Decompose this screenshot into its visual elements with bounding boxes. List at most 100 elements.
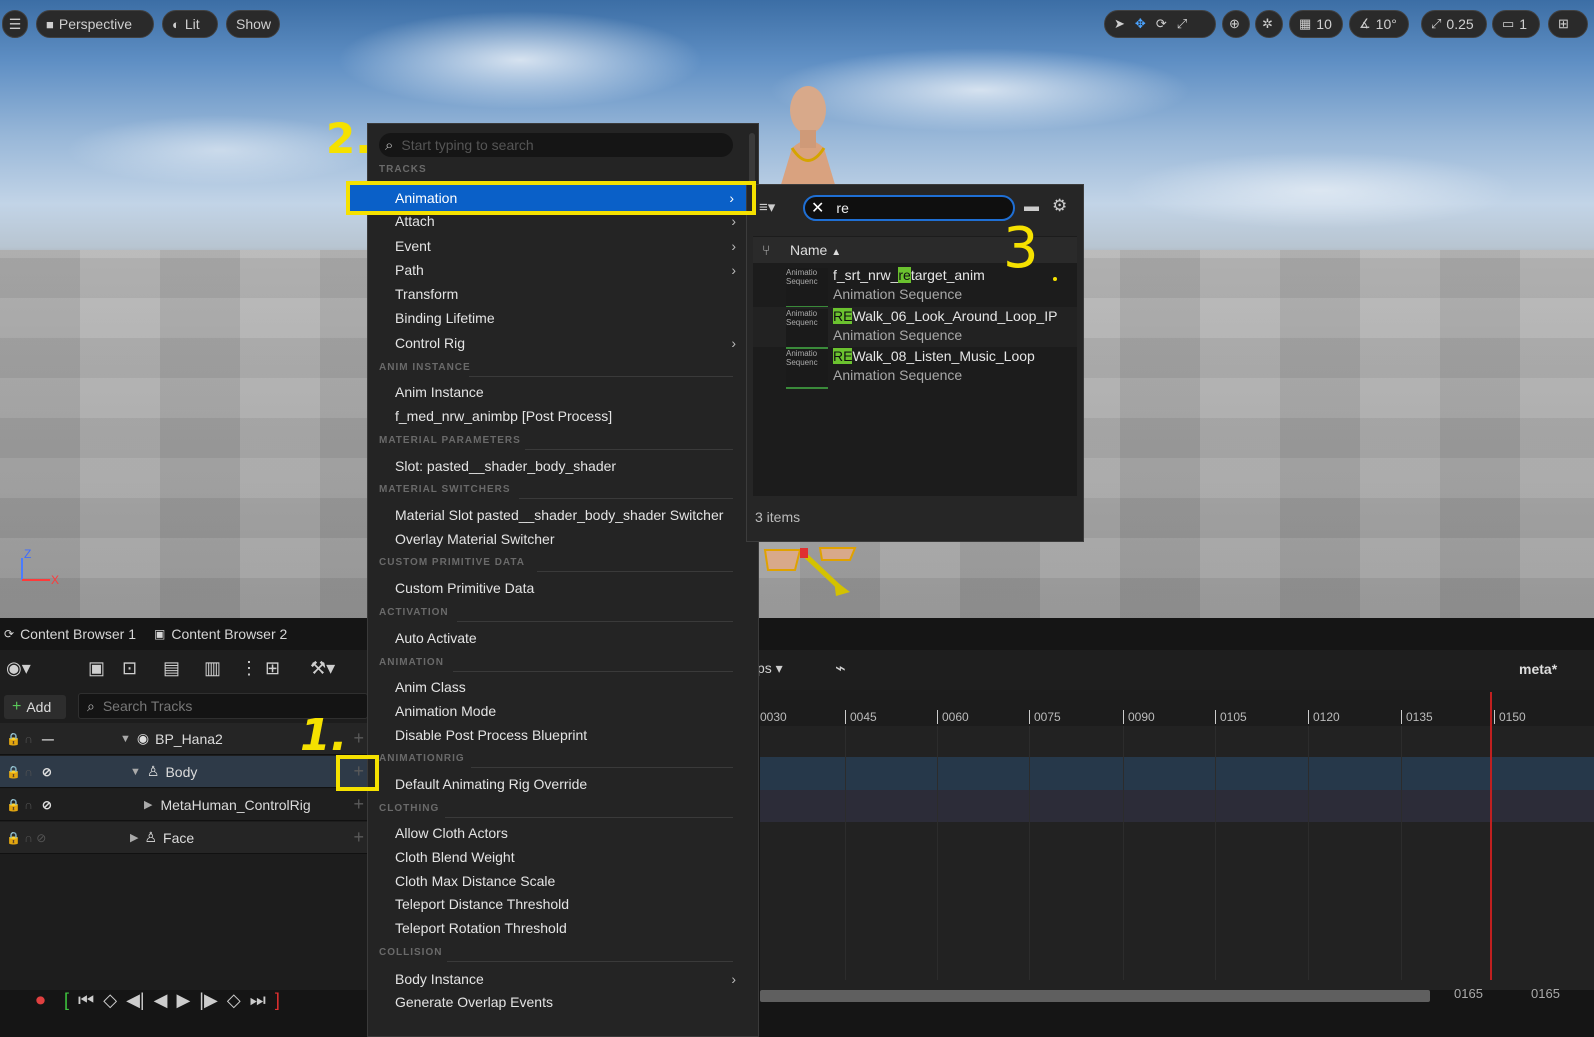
- add-subtrack-icon[interactable]: +: [353, 728, 364, 749]
- collapse-arrow-icon[interactable]: ▼: [130, 766, 141, 778]
- track-label: Face: [163, 829, 195, 846]
- record-icon[interactable]: ⏺: [36, 990, 45, 1011]
- perspective-button[interactable]: ■ Perspective: [36, 10, 154, 38]
- track-row-control-rig[interactable]: 🔒 ∩ ⊘ ▶ MetaHuman_ControlRig +: [0, 789, 370, 821]
- frame-end-value[interactable]: 0165: [1531, 986, 1560, 1001]
- play-icon[interactable]: ▶: [176, 990, 190, 1011]
- menu-item-anim-class[interactable]: Anim Class: [395, 676, 740, 698]
- translate-icon[interactable]: ✥: [1135, 16, 1146, 32]
- timeline-scrollbar[interactable]: [760, 990, 1430, 1002]
- menu-item-event[interactable]: Event ›: [395, 235, 740, 257]
- step-back-icon[interactable]: ◀|: [126, 990, 145, 1011]
- world-local-button[interactable]: ⊕: [1222, 10, 1250, 38]
- menu-item-cloth-blend-weight[interactable]: Cloth Blend Weight: [395, 846, 740, 868]
- prev-key-icon[interactable]: ◇: [103, 990, 117, 1011]
- find-in-browser-icon[interactable]: ⊡: [122, 658, 137, 679]
- expand-arrow-icon[interactable]: ▶: [144, 798, 152, 811]
- tab-content-browser-1[interactable]: ⟳ Content Browser 1: [4, 626, 136, 642]
- scale-icon[interactable]: ⤢: [1177, 16, 1187, 32]
- play-reverse-icon[interactable]: ◀: [154, 990, 168, 1011]
- menu-item-allow-cloth-actors[interactable]: Allow Cloth Actors: [395, 822, 740, 844]
- add-subtrack-icon[interactable]: +: [353, 794, 364, 815]
- options-icon: ⊞: [1558, 16, 1569, 31]
- jump-end-icon[interactable]: ⏭: [250, 990, 266, 1011]
- column-name-header[interactable]: Name ▲: [790, 242, 841, 258]
- asset-item[interactable]: Animatio Sequenc REWalk_06_Look_Around_L…: [753, 307, 1077, 349]
- track-controls[interactable]: 🔒 ∩ ⊘: [0, 765, 102, 779]
- menu-item-default-rig-override[interactable]: Default Animating Rig Override: [395, 773, 740, 795]
- asset-search-input[interactable]: ✕ re: [803, 195, 1015, 221]
- camera-icon: ▭: [1502, 16, 1515, 31]
- add-subtrack-icon[interactable]: +: [353, 827, 364, 848]
- menu-search-input[interactable]: ⌕ Start typing to search: [379, 133, 733, 157]
- save-sequence-icon[interactable]: ▣: [88, 658, 105, 679]
- frame-start-value[interactable]: 0165: [1454, 986, 1483, 1001]
- settings-gear-icon[interactable]: ⚙: [1052, 196, 1067, 216]
- clear-search-icon[interactable]: ✕: [811, 198, 824, 218]
- menu-item-anim-instance[interactable]: Anim Instance: [395, 381, 740, 403]
- filter-icon[interactable]: ≡▾: [759, 198, 775, 216]
- scale-snap-button[interactable]: ⤢ 0.25: [1421, 10, 1487, 38]
- camera-speed-button[interactable]: ▭ 1: [1492, 10, 1540, 38]
- thumb-label: Animatio Sequenc: [786, 349, 818, 367]
- ruler-tick: 0105: [1215, 710, 1247, 724]
- keyframe-tools-icon[interactable]: ⊞: [265, 658, 280, 679]
- next-key-icon[interactable]: ◇: [227, 990, 241, 1011]
- render-movie-icon[interactable]: ▤: [163, 658, 180, 679]
- timeline-area[interactable]: [760, 690, 1594, 990]
- menu-item-disable-post-process[interactable]: Disable Post Process Blueprint: [395, 724, 740, 746]
- playback-end-marker[interactable]: [1490, 692, 1492, 980]
- set-start-icon[interactable]: [: [64, 990, 69, 1011]
- section-animation: ANIMATION: [379, 657, 733, 672]
- menu-item-cloth-max-distance[interactable]: Cloth Max Distance Scale: [395, 870, 740, 892]
- source-control-icon[interactable]: ⑂: [762, 242, 790, 258]
- menu-item-overlay-switcher[interactable]: Overlay Material Switcher: [395, 528, 740, 550]
- menu-item-material-slot-switcher[interactable]: Material Slot pasted__shader_body_shader…: [395, 504, 740, 526]
- menu-item-teleport-distance[interactable]: Teleport Distance Threshold: [395, 893, 740, 915]
- expand-arrow-icon[interactable]: ▶: [130, 831, 138, 844]
- show-button[interactable]: Show: [226, 10, 280, 38]
- fps-dropdown[interactable]: ps ▾: [757, 660, 783, 677]
- wrench-icon[interactable]: ⚒▾: [310, 658, 335, 679]
- set-end-icon[interactable]: ]: [275, 990, 280, 1011]
- menu-item-transform[interactable]: Transform: [395, 283, 740, 305]
- menu-item-custom-primitive-data[interactable]: Custom Primitive Data: [395, 577, 740, 599]
- grid-snap-button[interactable]: ▦ 10: [1289, 10, 1343, 38]
- rotation-snap-button[interactable]: ∡ 10°: [1349, 10, 1409, 38]
- collapse-arrow-icon[interactable]: ▼: [120, 733, 131, 745]
- menu-item-auto-activate[interactable]: Auto Activate: [395, 627, 740, 649]
- menu-item-body-instance[interactable]: Body Instance ›: [395, 968, 740, 990]
- track-controls[interactable]: 🔒 ∩ —: [0, 732, 102, 746]
- select-arrow-icon[interactable]: ➤: [1114, 16, 1125, 32]
- track-row-face[interactable]: 🔒 ∩ ⊘ ▶ ♙ Face +: [0, 822, 370, 854]
- add-track-button[interactable]: + Add: [4, 695, 66, 719]
- world-picker-icon[interactable]: ◉▾: [6, 658, 31, 679]
- track-controls[interactable]: 🔒 ∩ ⊘: [0, 798, 102, 812]
- menu-item-label: Default Animating Rig Override: [395, 776, 588, 792]
- grid-line: [937, 726, 938, 980]
- jump-start-icon[interactable]: ⏮: [78, 990, 94, 1011]
- asset-item[interactable]: Animatio Sequenc REWalk_08_Listen_Music_…: [753, 347, 1077, 389]
- menu-item-animation-mode[interactable]: Animation Mode: [395, 700, 740, 722]
- tab-content-browser-2[interactable]: ▣ Content Browser 2: [154, 626, 287, 642]
- viewport-options-button[interactable]: ⊞: [1548, 10, 1588, 38]
- step-forward-icon[interactable]: |▶: [199, 990, 218, 1011]
- more-options-icon[interactable]: ⋮: [240, 658, 258, 679]
- rotate-icon[interactable]: ⟳: [1156, 16, 1167, 32]
- clapboard-icon[interactable]: ▥: [204, 658, 221, 679]
- menu-item-slot[interactable]: Slot: pasted__shader_body_shader: [395, 455, 740, 477]
- lit-button[interactable]: ◐ Lit: [162, 10, 218, 38]
- menu-item-path[interactable]: Path ›: [395, 259, 740, 281]
- surface-snap-button[interactable]: ✲: [1255, 10, 1283, 38]
- viewport-menu-button[interactable]: ☰: [2, 10, 28, 38]
- track-controls[interactable]: 🔒 ∩ ⊘: [0, 831, 102, 845]
- menu-item-binding-lifetime[interactable]: Binding Lifetime: [395, 307, 740, 329]
- menu-item-control-rig[interactable]: Control Rig ›: [395, 332, 740, 354]
- ruler-tick: 0030: [760, 710, 787, 724]
- menu-item-teleport-rotation[interactable]: Teleport Rotation Threshold: [395, 917, 740, 939]
- menu-item-animbp[interactable]: f_med_nrw_animbp [Post Process]: [395, 405, 740, 427]
- curve-editor-icon[interactable]: ⌁: [835, 658, 846, 679]
- folder-icon[interactable]: ▬: [1024, 198, 1039, 215]
- time-ruler[interactable]: [760, 690, 1594, 726]
- menu-item-generate-overlap[interactable]: Generate Overlap Events: [395, 991, 740, 1013]
